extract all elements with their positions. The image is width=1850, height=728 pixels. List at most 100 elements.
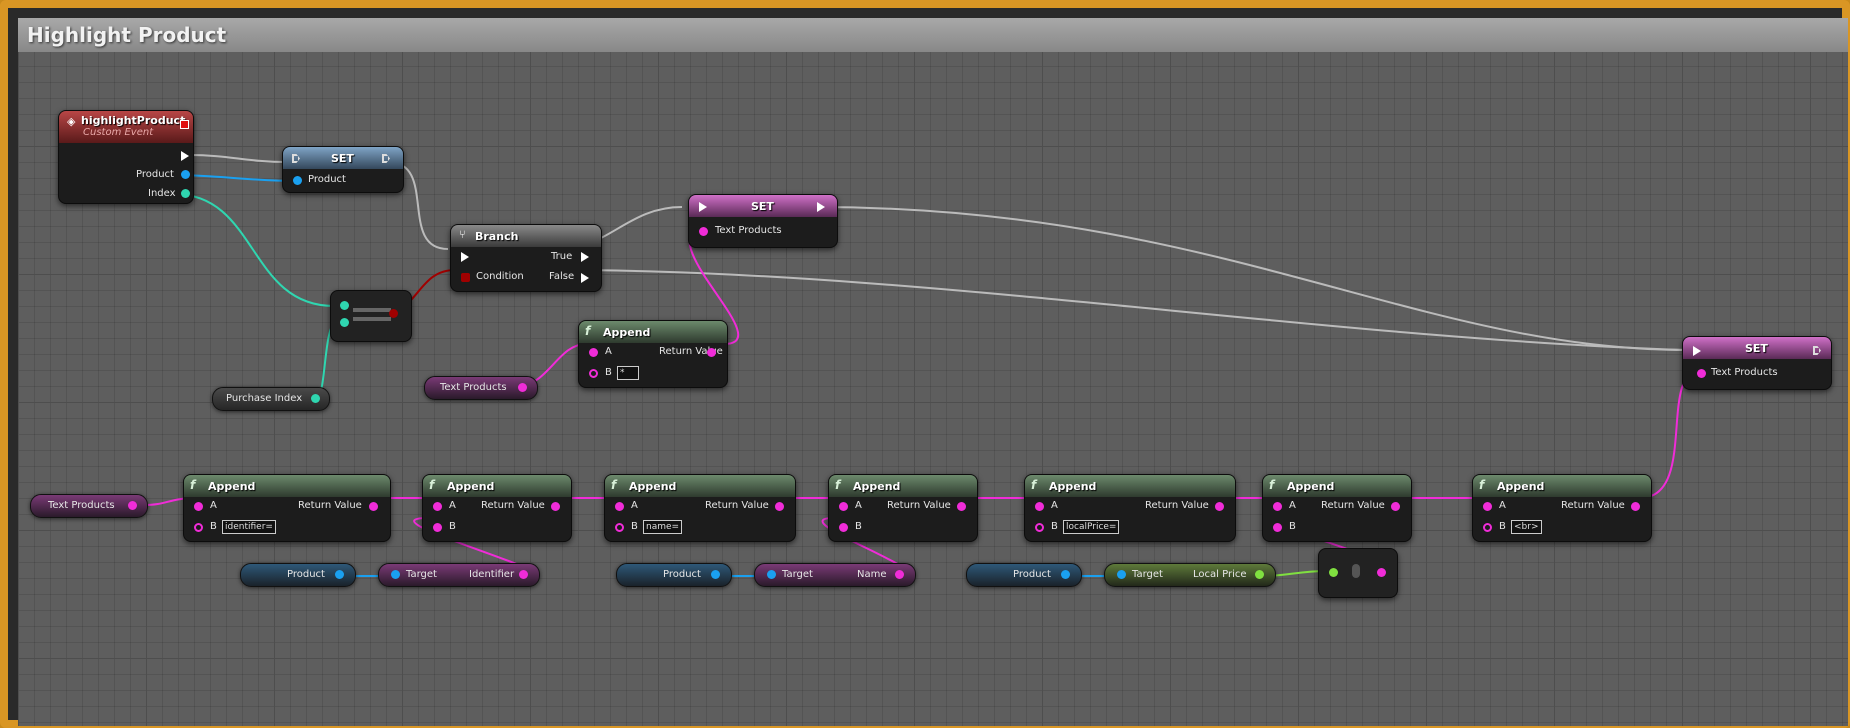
append-b-pin[interactable]	[1483, 523, 1492, 532]
append-b-pin[interactable]	[433, 523, 442, 532]
product-getter-pin[interactable]	[1061, 570, 1070, 579]
append-ret-pin[interactable]	[369, 502, 378, 511]
branch-false-pin[interactable]	[581, 273, 589, 283]
append-a-pin[interactable]	[1483, 502, 1492, 511]
field-output-pin[interactable]	[1255, 570, 1264, 579]
conversion-output-pin[interactable]	[1377, 568, 1386, 577]
append-b-label: B	[855, 521, 862, 532]
append-a-pin[interactable]	[839, 502, 848, 511]
set-text1-exec-out-pin[interactable]	[817, 202, 825, 212]
append-a-pin[interactable]	[1273, 502, 1282, 511]
append-ret-pin[interactable]	[1391, 502, 1400, 511]
product-getter-pin[interactable]	[335, 570, 344, 579]
append-top-a-label: A	[605, 346, 612, 357]
append-b-input[interactable]: <br>	[1511, 520, 1542, 534]
append-b-pin[interactable]	[1273, 523, 1282, 532]
set-product-input-pin[interactable]	[293, 176, 302, 185]
conversion-input-pin[interactable]	[1329, 568, 1338, 577]
append-ret-pin[interactable]	[1631, 502, 1640, 511]
purchase-index-getter[interactable]: Purchase Index	[212, 387, 330, 411]
append-b-label: B	[1289, 521, 1296, 532]
append-node-6[interactable]: f Append A Return Value B	[1262, 474, 1412, 542]
set-text2-exec-in-pin[interactable]	[1693, 346, 1701, 356]
product-getter-1[interactable]: Product	[240, 563, 356, 587]
append-ret-pin[interactable]	[957, 502, 966, 511]
append-node-1[interactable]: f Append A Return Value B identifier=	[183, 474, 391, 542]
text-products-pin-1[interactable]	[518, 383, 527, 392]
append-node-3[interactable]: f Append A Return Value B name=	[604, 474, 796, 542]
append-b-input[interactable]: localPrice=	[1063, 520, 1120, 534]
equal-input-b-pin[interactable]	[340, 318, 349, 327]
append-title: Append	[629, 480, 677, 493]
append-a-pin[interactable]	[433, 502, 442, 511]
set-text-products-node-2[interactable]: SET Text Products	[1682, 336, 1832, 390]
append-node-7[interactable]: f Append A Return Value B <br>	[1472, 474, 1652, 542]
event-exec-out-pin[interactable]	[181, 151, 189, 161]
append-top-a-pin[interactable]	[589, 348, 598, 357]
branch-exec-in-pin[interactable]	[461, 252, 469, 262]
set-text1-input-pin[interactable]	[699, 227, 708, 236]
append-b-pin[interactable]	[1035, 523, 1044, 532]
target-pin[interactable]	[767, 570, 776, 579]
target-pin[interactable]	[1117, 570, 1126, 579]
set-text-products-node-1[interactable]: SET Text Products	[688, 194, 838, 248]
append-top-ret-pin[interactable]	[707, 348, 716, 357]
append-node-2[interactable]: f Append A Return Value B	[422, 474, 572, 542]
text-products-pin-2[interactable]	[128, 501, 137, 510]
append-a-pin[interactable]	[1035, 502, 1044, 511]
blueprint-window-frame: Highlight Product ◈ highlightProduct Cus…	[0, 0, 1850, 728]
purchase-index-pin[interactable]	[311, 394, 320, 403]
equal-input-a-pin[interactable]	[340, 301, 349, 310]
identifier-getter[interactable]: Target Identifier	[378, 563, 540, 587]
branch-true-pin[interactable]	[581, 252, 589, 262]
append-ret-label: Return Value	[887, 500, 951, 511]
set-text2-input-pin[interactable]	[1697, 369, 1706, 378]
event-pin-product-label: Product	[136, 169, 174, 180]
graph-canvas[interactable]: Highlight Product ◈ highlightProduct Cus…	[18, 18, 1848, 726]
append-b-pin[interactable]	[839, 523, 848, 532]
append-b-pin[interactable]	[194, 523, 203, 532]
function-icon: f	[1479, 478, 1485, 492]
append-title: Append	[1497, 480, 1545, 493]
target-pin[interactable]	[391, 570, 400, 579]
append-node-5[interactable]: f Append A Return Value B localPrice=	[1024, 474, 1236, 542]
field-output-pin[interactable]	[519, 570, 528, 579]
append-a-label: A	[855, 500, 862, 511]
append-top-b-input[interactable]: *	[617, 366, 639, 380]
branch-node[interactable]: ⑂ Branch True Condition False	[450, 224, 602, 292]
text-products-getter-2[interactable]: Text Products	[30, 494, 148, 518]
append-top-b-pin[interactable]	[589, 369, 598, 378]
text-products-label-1: Text Products	[440, 382, 507, 393]
local-price-getter[interactable]: Target Local Price	[1104, 563, 1276, 587]
to-string-conversion-node[interactable]	[1318, 548, 1398, 598]
append-b-input[interactable]: identifier=	[222, 520, 276, 534]
name-getter[interactable]: Target Name	[754, 563, 916, 587]
append-ret-pin[interactable]	[1215, 502, 1224, 511]
append-a-pin[interactable]	[615, 502, 624, 511]
text-products-getter-1[interactable]: Text Products	[424, 376, 538, 400]
append-ret-pin[interactable]	[775, 502, 784, 511]
custom-event-node[interactable]: ◈ highlightProduct Custom Event Product …	[58, 110, 194, 204]
product-getter-pin[interactable]	[711, 570, 720, 579]
product-getter-3[interactable]: Product	[966, 563, 1082, 587]
event-index-pin[interactable]	[181, 189, 190, 198]
append-b-input[interactable]: name=	[643, 520, 683, 534]
product-getter-2[interactable]: Product	[616, 563, 732, 587]
branch-icon: ⑂	[459, 228, 466, 241]
append-a-pin[interactable]	[194, 502, 203, 511]
field-output-pin[interactable]	[895, 570, 904, 579]
event-diamond-icon: ◈	[67, 115, 76, 128]
append-title: Append	[1049, 480, 1097, 493]
branch-condition-pin[interactable]	[461, 273, 470, 282]
equal-compare-node[interactable]	[330, 290, 412, 342]
event-product-pin[interactable]	[181, 170, 190, 179]
exec-wire	[815, 206, 1687, 351]
branch-true-label: True	[551, 251, 573, 262]
append-b-pin[interactable]	[615, 523, 624, 532]
append-node-4[interactable]: f Append A Return Value B	[828, 474, 978, 542]
equal-output-pin[interactable]	[389, 309, 398, 318]
append-node-top[interactable]: f Append A Return Value B *	[578, 320, 728, 388]
set-product-node[interactable]: SET Product	[282, 146, 404, 193]
append-ret-pin[interactable]	[551, 502, 560, 511]
set-text1-exec-in-pin[interactable]	[699, 202, 707, 212]
